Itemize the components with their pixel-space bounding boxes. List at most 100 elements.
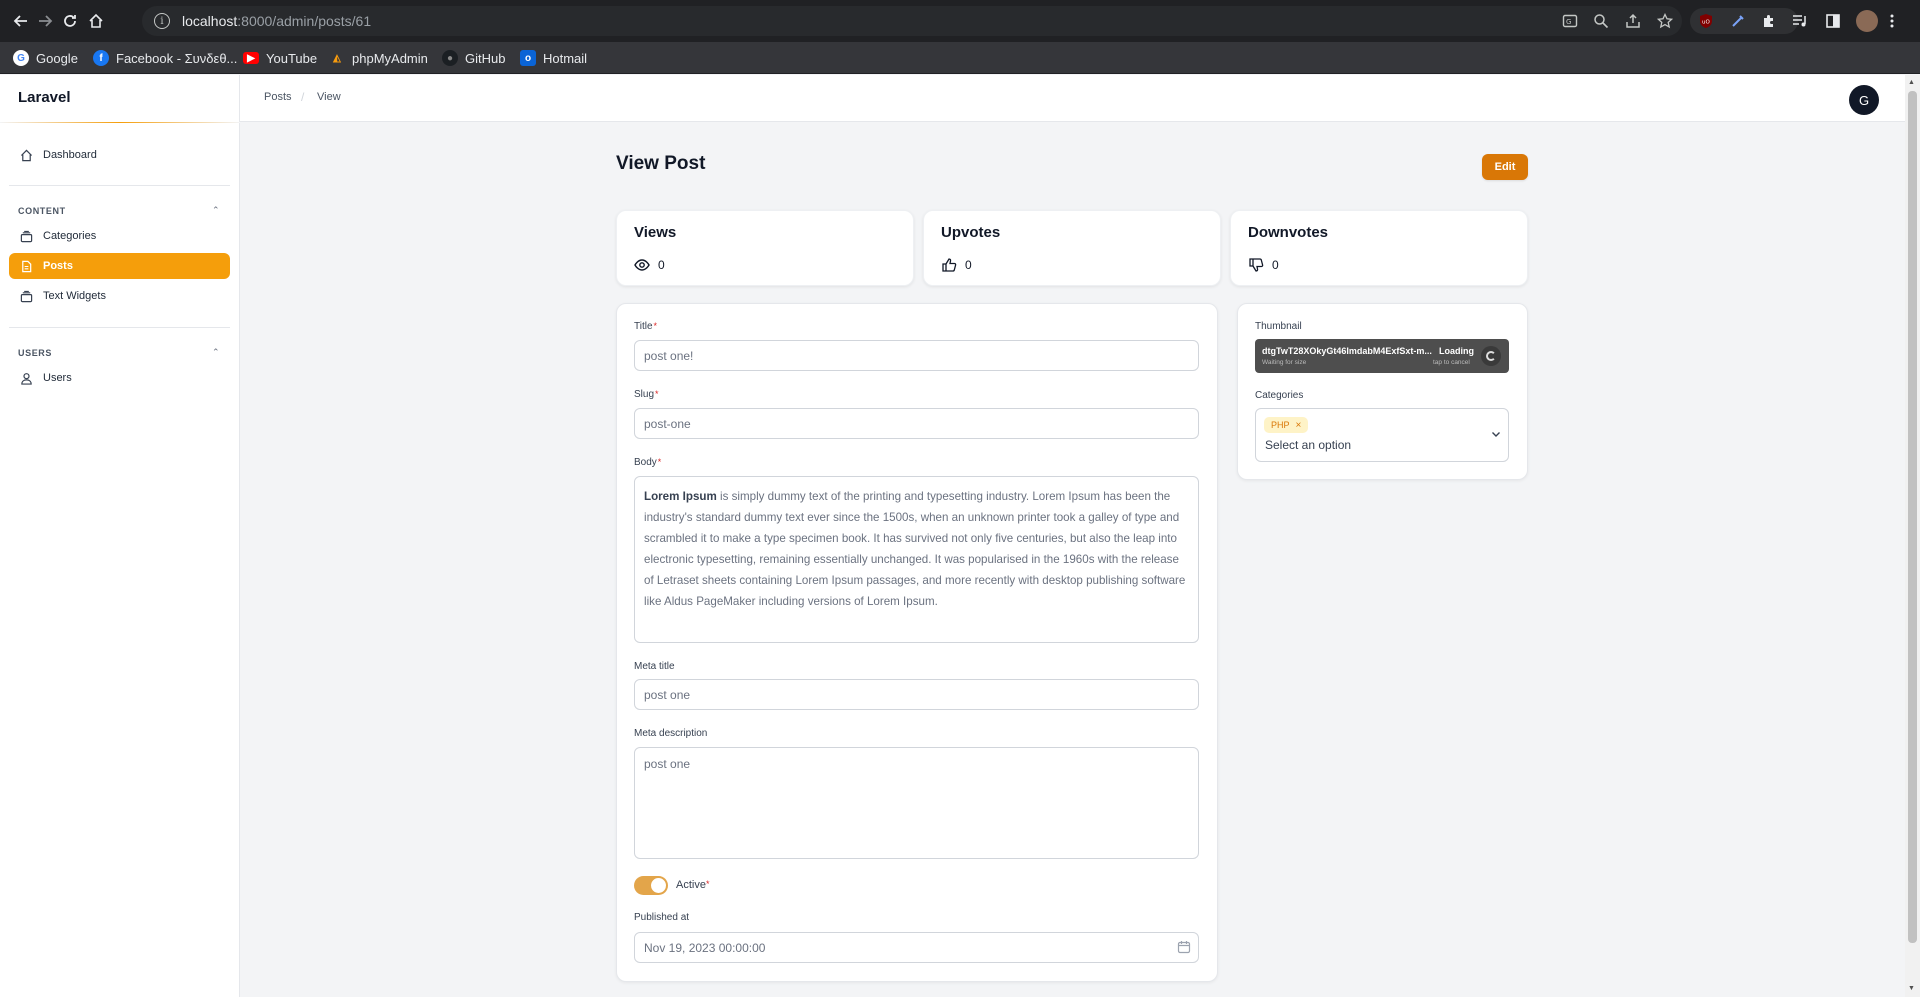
user-avatar[interactable]: G bbox=[1849, 85, 1879, 115]
published-at-input[interactable]: Nov 19, 2023 00:00:00 bbox=[634, 932, 1199, 963]
slug-input[interactable]: post-one bbox=[634, 408, 1199, 439]
bookmark-youtube[interactable]: ▶ YouTube bbox=[243, 42, 317, 74]
sidebar-item-categories[interactable]: Categories bbox=[9, 223, 230, 249]
active-label: Active* bbox=[676, 879, 710, 891]
profile-avatar-icon[interactable] bbox=[1856, 10, 1878, 32]
sidebar-item-text-widgets[interactable]: Text Widgets bbox=[9, 283, 230, 309]
forward-icon[interactable] bbox=[34, 10, 56, 32]
body-editor[interactable]: Lorem Ipsum is simply dummy text of the … bbox=[634, 476, 1199, 643]
page-title: View Post bbox=[616, 153, 706, 174]
home-icon bbox=[19, 148, 33, 162]
bookmark-star-icon[interactable] bbox=[1655, 11, 1675, 31]
bookmarks-bar: G Google f Facebook - Συνδεθ... ▶ YouTube ◭… bbox=[0, 42, 1920, 74]
group-label-content: CONTENT bbox=[18, 206, 66, 216]
chevron-up-icon[interactable]: ⌃ bbox=[212, 205, 220, 216]
stat-card-views: Views 0 bbox=[616, 210, 914, 286]
loading-spinner-icon[interactable] bbox=[1481, 346, 1501, 366]
svg-text:uO: uO bbox=[1702, 20, 1710, 26]
sidebar: Laravel Dashboard CONTENT ⌃ Categories P… bbox=[0, 75, 240, 997]
brand-divider bbox=[0, 122, 240, 123]
meta-title-input[interactable]: post one bbox=[634, 679, 1199, 710]
sidebar-item-label: Text Widgets bbox=[43, 290, 106, 302]
published-at-label: Published at bbox=[634, 912, 690, 923]
stat-card-upvotes: Upvotes 0 bbox=[923, 210, 1221, 286]
media-control-icon[interactable] bbox=[1790, 11, 1810, 31]
thumbnail-label: Thumbnail bbox=[1255, 321, 1302, 332]
stat-label: Views bbox=[634, 224, 677, 241]
url-text: localhost:8000/admin/posts/61 bbox=[182, 13, 372, 29]
divider bbox=[9, 185, 230, 186]
sidebar-item-label: Categories bbox=[43, 230, 97, 242]
address-bar[interactable]: i localhost:8000/admin/posts/61 bbox=[142, 6, 1682, 36]
extensions-icon[interactable] bbox=[1759, 11, 1779, 31]
sidebar-item-label: Users bbox=[43, 372, 72, 384]
stat-card-downvotes: Downvotes 0 bbox=[1230, 210, 1528, 286]
sidebar-item-users[interactable]: Users bbox=[9, 365, 230, 391]
collection-icon bbox=[19, 229, 33, 243]
categories-select[interactable]: PHP × Select an option bbox=[1255, 408, 1509, 462]
bookmark-facebook[interactable]: f Facebook - Συνδεθ... bbox=[93, 42, 237, 74]
meta-description-label: Meta description bbox=[634, 728, 708, 739]
eye-icon bbox=[634, 257, 650, 273]
chevron-down-icon[interactable] bbox=[1491, 429, 1501, 442]
ublock-icon[interactable]: uO bbox=[1696, 11, 1716, 31]
thumbnail-upload[interactable]: dtgTwT28XOkyGt46ImdabM4ExfSxt-m... Waiti… bbox=[1255, 339, 1509, 373]
stat-value: 0 bbox=[1272, 258, 1279, 272]
bookmark-phpmyadmin[interactable]: ◭ phpMyAdmin bbox=[329, 42, 428, 74]
thumbnail-substatus: Waiting for size bbox=[1262, 359, 1307, 366]
outlook-icon: o bbox=[520, 50, 536, 66]
thumbnail-cancel[interactable]: tap to cancel bbox=[1433, 359, 1470, 366]
bookmark-github[interactable]: ● GitHub bbox=[442, 42, 505, 74]
breadcrumb-posts[interactable]: Posts bbox=[264, 91, 292, 103]
divider bbox=[9, 327, 230, 328]
home-icon[interactable] bbox=[85, 10, 107, 32]
site-info-icon[interactable]: i bbox=[154, 13, 170, 29]
stat-value: 0 bbox=[965, 258, 972, 272]
facebook-icon: f bbox=[93, 50, 109, 66]
breadcrumb-separator: / bbox=[301, 90, 305, 104]
side-panel-icon[interactable] bbox=[1823, 11, 1843, 31]
thumbs-down-icon bbox=[1248, 257, 1264, 273]
categories-label: Categories bbox=[1255, 390, 1304, 401]
scroll-down-icon[interactable]: ▼ bbox=[1908, 985, 1915, 992]
slug-label: Slug* bbox=[634, 389, 659, 400]
github-icon: ● bbox=[442, 50, 458, 66]
category-chip: PHP × bbox=[1264, 417, 1309, 433]
stat-label: Upvotes bbox=[941, 224, 1001, 241]
breadcrumb-view: View bbox=[317, 91, 341, 103]
scrollbar-thumb[interactable] bbox=[1908, 91, 1917, 943]
phpmyadmin-icon: ◭ bbox=[333, 52, 341, 64]
thumbnail-status: Loading bbox=[1439, 346, 1474, 356]
svg-text:G: G bbox=[1566, 18, 1571, 26]
body-label: Body* bbox=[634, 457, 662, 468]
menu-kebab-icon[interactable] bbox=[1882, 11, 1902, 31]
reload-icon[interactable] bbox=[59, 10, 81, 32]
remove-chip-icon[interactable]: × bbox=[1296, 420, 1302, 431]
stat-value: 0 bbox=[658, 258, 665, 272]
google-icon: G bbox=[13, 50, 29, 66]
brand-logo[interactable]: Laravel bbox=[18, 89, 71, 106]
thumbs-up-icon bbox=[941, 257, 957, 273]
collection-icon bbox=[19, 289, 33, 303]
back-icon[interactable] bbox=[10, 10, 32, 32]
sidebar-item-posts[interactable]: Posts bbox=[9, 253, 230, 279]
edit-button[interactable]: Edit bbox=[1482, 154, 1528, 180]
zoom-icon[interactable] bbox=[1591, 11, 1611, 31]
sidebar-item-label: Posts bbox=[43, 260, 73, 272]
document-icon bbox=[19, 259, 33, 273]
sidebar-item-dashboard[interactable]: Dashboard bbox=[9, 142, 230, 168]
bookmark-google[interactable]: G Google bbox=[13, 42, 78, 74]
scroll-up-icon[interactable]: ▲ bbox=[1908, 79, 1915, 86]
title-label: Title* bbox=[634, 321, 658, 332]
share-icon[interactable] bbox=[1623, 11, 1643, 31]
active-toggle[interactable] bbox=[634, 876, 668, 895]
users-icon bbox=[19, 371, 33, 385]
translate-icon[interactable]: G bbox=[1560, 11, 1580, 31]
calendar-icon[interactable] bbox=[1177, 940, 1191, 954]
eyedropper-icon[interactable] bbox=[1728, 11, 1748, 31]
title-input[interactable]: post one! bbox=[634, 340, 1199, 371]
bookmark-hotmail[interactable]: o Hotmail bbox=[520, 42, 587, 74]
toggle-knob bbox=[651, 878, 666, 893]
chevron-up-icon[interactable]: ⌃ bbox=[212, 347, 220, 358]
meta-description-textarea[interactable]: post one bbox=[634, 747, 1199, 859]
